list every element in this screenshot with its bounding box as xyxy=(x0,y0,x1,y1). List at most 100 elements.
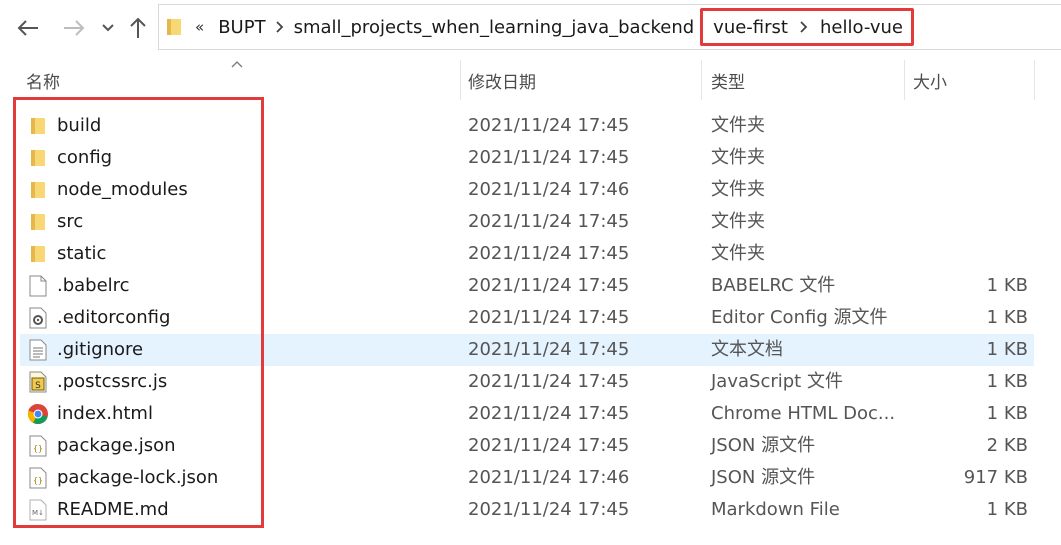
up-button[interactable] xyxy=(124,14,152,42)
folder-icon xyxy=(26,242,50,266)
file-modified-date: 2021/11/24 17:45 xyxy=(468,275,630,296)
folder-icon xyxy=(26,178,50,202)
file-modified-date: 2021/11/24 17:45 xyxy=(468,243,630,264)
file-modified-date: 2021/11/24 17:45 xyxy=(468,339,630,360)
arrow-left-icon xyxy=(17,20,38,36)
address-bar[interactable]: « BUPT small_projects_when_learning_java… xyxy=(158,4,1061,50)
chevron-right-icon[interactable] xyxy=(275,21,284,33)
file-name: .babelrc xyxy=(57,275,130,296)
file-type: Chrome HTML Doc... xyxy=(711,403,896,424)
file-type: BABELRC 文件 xyxy=(711,275,836,296)
file-size: 1 KB xyxy=(986,307,1028,328)
file-modified-date: 2021/11/24 17:45 xyxy=(468,307,630,328)
column-divider[interactable] xyxy=(701,60,702,100)
arrow-up-icon xyxy=(130,17,146,38)
folder-icon xyxy=(26,146,50,170)
file-size: 917 KB xyxy=(963,467,1028,488)
arrow-right-icon xyxy=(64,20,85,36)
json-file-icon: {} xyxy=(26,434,50,458)
column-header-type[interactable]: 类型 xyxy=(711,58,745,102)
file-modified-date: 2021/11/24 17:45 xyxy=(468,211,630,232)
file-row[interactable]: .babelrc 2021/11/24 17:45 BABELRC 文件 1 KB xyxy=(20,270,1034,302)
column-header-size[interactable]: 大小 xyxy=(913,58,947,102)
file-row[interactable]: node_modules 2021/11/24 17:46 文件夹 xyxy=(20,174,1034,206)
file-name: .postcssrc.js xyxy=(57,371,168,392)
chevron-right-icon[interactable] xyxy=(800,21,808,33)
blank-file-icon xyxy=(26,274,50,298)
file-modified-date: 2021/11/24 17:45 xyxy=(468,371,630,392)
column-header-name[interactable]: 名称 xyxy=(26,58,60,102)
file-row[interactable]: index.html 2021/11/24 17:45 Chrome HTML Do… xyxy=(20,398,1034,430)
file-type: Editor Config 源文件 xyxy=(711,307,888,328)
file-row[interactable]: {} package-lock.json 2021/11/24 17:46 JSON … xyxy=(20,462,1034,494)
file-name: package-lock.json xyxy=(57,467,219,488)
file-row[interactable]: S .postcssrc.js 2021/11/24 17:45 JavaScript… xyxy=(20,366,1034,398)
recent-locations-button[interactable] xyxy=(98,14,118,42)
breadcrumb-item[interactable]: BUPT xyxy=(218,17,265,38)
json-file-icon: {} xyxy=(26,466,50,490)
file-name: .gitignore xyxy=(57,339,144,360)
folder-icon xyxy=(26,210,50,234)
back-button[interactable] xyxy=(14,14,42,42)
file-name: .editorconfig xyxy=(57,307,171,328)
forward-button[interactable] xyxy=(60,14,88,42)
svg-text:{}: {} xyxy=(33,476,43,485)
file-type: 文件夹 xyxy=(711,211,765,232)
file-name: build xyxy=(57,115,102,136)
column-header-row: 名称 修改日期 类型 大小 xyxy=(0,58,1061,102)
breadcrumb-item[interactable]: vue-first xyxy=(713,17,788,38)
file-row[interactable]: .gitignore 2021/11/24 17:45 文本文档 1 KB xyxy=(20,334,1034,366)
file-type: JSON 源文件 xyxy=(711,435,816,456)
file-name: src xyxy=(57,211,84,232)
file-name: config xyxy=(57,147,113,168)
column-divider[interactable] xyxy=(904,60,905,100)
file-modified-date: 2021/11/24 17:45 xyxy=(468,435,630,456)
file-row[interactable]: M↓ README.md 2021/11/24 17:45 Markdown File… xyxy=(20,494,1034,526)
file-size: 1 KB xyxy=(986,499,1028,520)
file-name: package.json xyxy=(57,435,176,456)
file-type: JSON 源文件 xyxy=(711,467,816,488)
file-row[interactable]: {} package.json 2021/11/24 17:45 JSON 源文件 2 … xyxy=(20,430,1034,462)
file-type: 文件夹 xyxy=(711,147,765,168)
file-size: 1 KB xyxy=(986,371,1028,392)
navigation-bar: « BUPT small_projects_when_learning_java… xyxy=(0,0,1061,56)
breadcrumb-overflow[interactable]: « xyxy=(195,18,204,36)
file-name: index.html xyxy=(57,403,153,424)
text-file-icon xyxy=(26,338,50,362)
file-size: 1 KB xyxy=(986,403,1028,424)
markdown-file-icon: M↓ xyxy=(26,498,50,522)
svg-text:S: S xyxy=(35,381,41,391)
file-type: 文本文档 xyxy=(711,339,783,360)
file-type: 文件夹 xyxy=(711,115,765,136)
file-row[interactable]: src 2021/11/24 17:45 文件夹 xyxy=(20,206,1034,238)
file-row[interactable]: config 2021/11/24 17:45 文件夹 xyxy=(20,142,1034,174)
file-name: README.md xyxy=(57,499,169,520)
script-file-icon: S xyxy=(26,370,50,394)
breadcrumb-item[interactable]: small_projects_when_learning_java_backen… xyxy=(294,17,695,38)
sort-ascending-icon xyxy=(231,61,243,68)
chevron-down-icon xyxy=(102,24,114,32)
file-row[interactable]: .editorconfig 2021/11/24 17:45 Editor Conf… xyxy=(20,302,1034,334)
column-divider[interactable] xyxy=(1034,60,1035,100)
svg-text:M↓: M↓ xyxy=(32,509,44,517)
file-row[interactable]: static 2021/11/24 17:45 文件夹 xyxy=(20,238,1034,270)
breadcrumb-highlight: vue-first hello-vue xyxy=(700,8,914,46)
file-modified-date: 2021/11/24 17:46 xyxy=(468,467,630,488)
file-modified-date: 2021/11/24 17:45 xyxy=(468,403,630,424)
breadcrumb-item[interactable]: hello-vue xyxy=(820,17,903,38)
file-type: Markdown File xyxy=(711,499,840,520)
file-modified-date: 2021/11/24 17:46 xyxy=(468,179,630,200)
column-divider[interactable] xyxy=(460,60,461,100)
config-file-icon xyxy=(26,306,50,330)
file-size: 1 KB xyxy=(986,275,1028,296)
folder-icon xyxy=(26,114,50,138)
file-name: node_modules xyxy=(57,179,188,200)
file-name: static xyxy=(57,243,107,264)
file-type: 文件夹 xyxy=(711,179,765,200)
chrome-icon xyxy=(26,402,50,426)
file-row[interactable]: build 2021/11/24 17:45 文件夹 xyxy=(20,110,1034,142)
svg-text:{}: {} xyxy=(33,444,43,453)
column-header-date[interactable]: 修改日期 xyxy=(468,58,536,102)
file-explorer-window: « BUPT small_projects_when_learning_java… xyxy=(0,0,1061,545)
file-size: 1 KB xyxy=(986,339,1028,360)
